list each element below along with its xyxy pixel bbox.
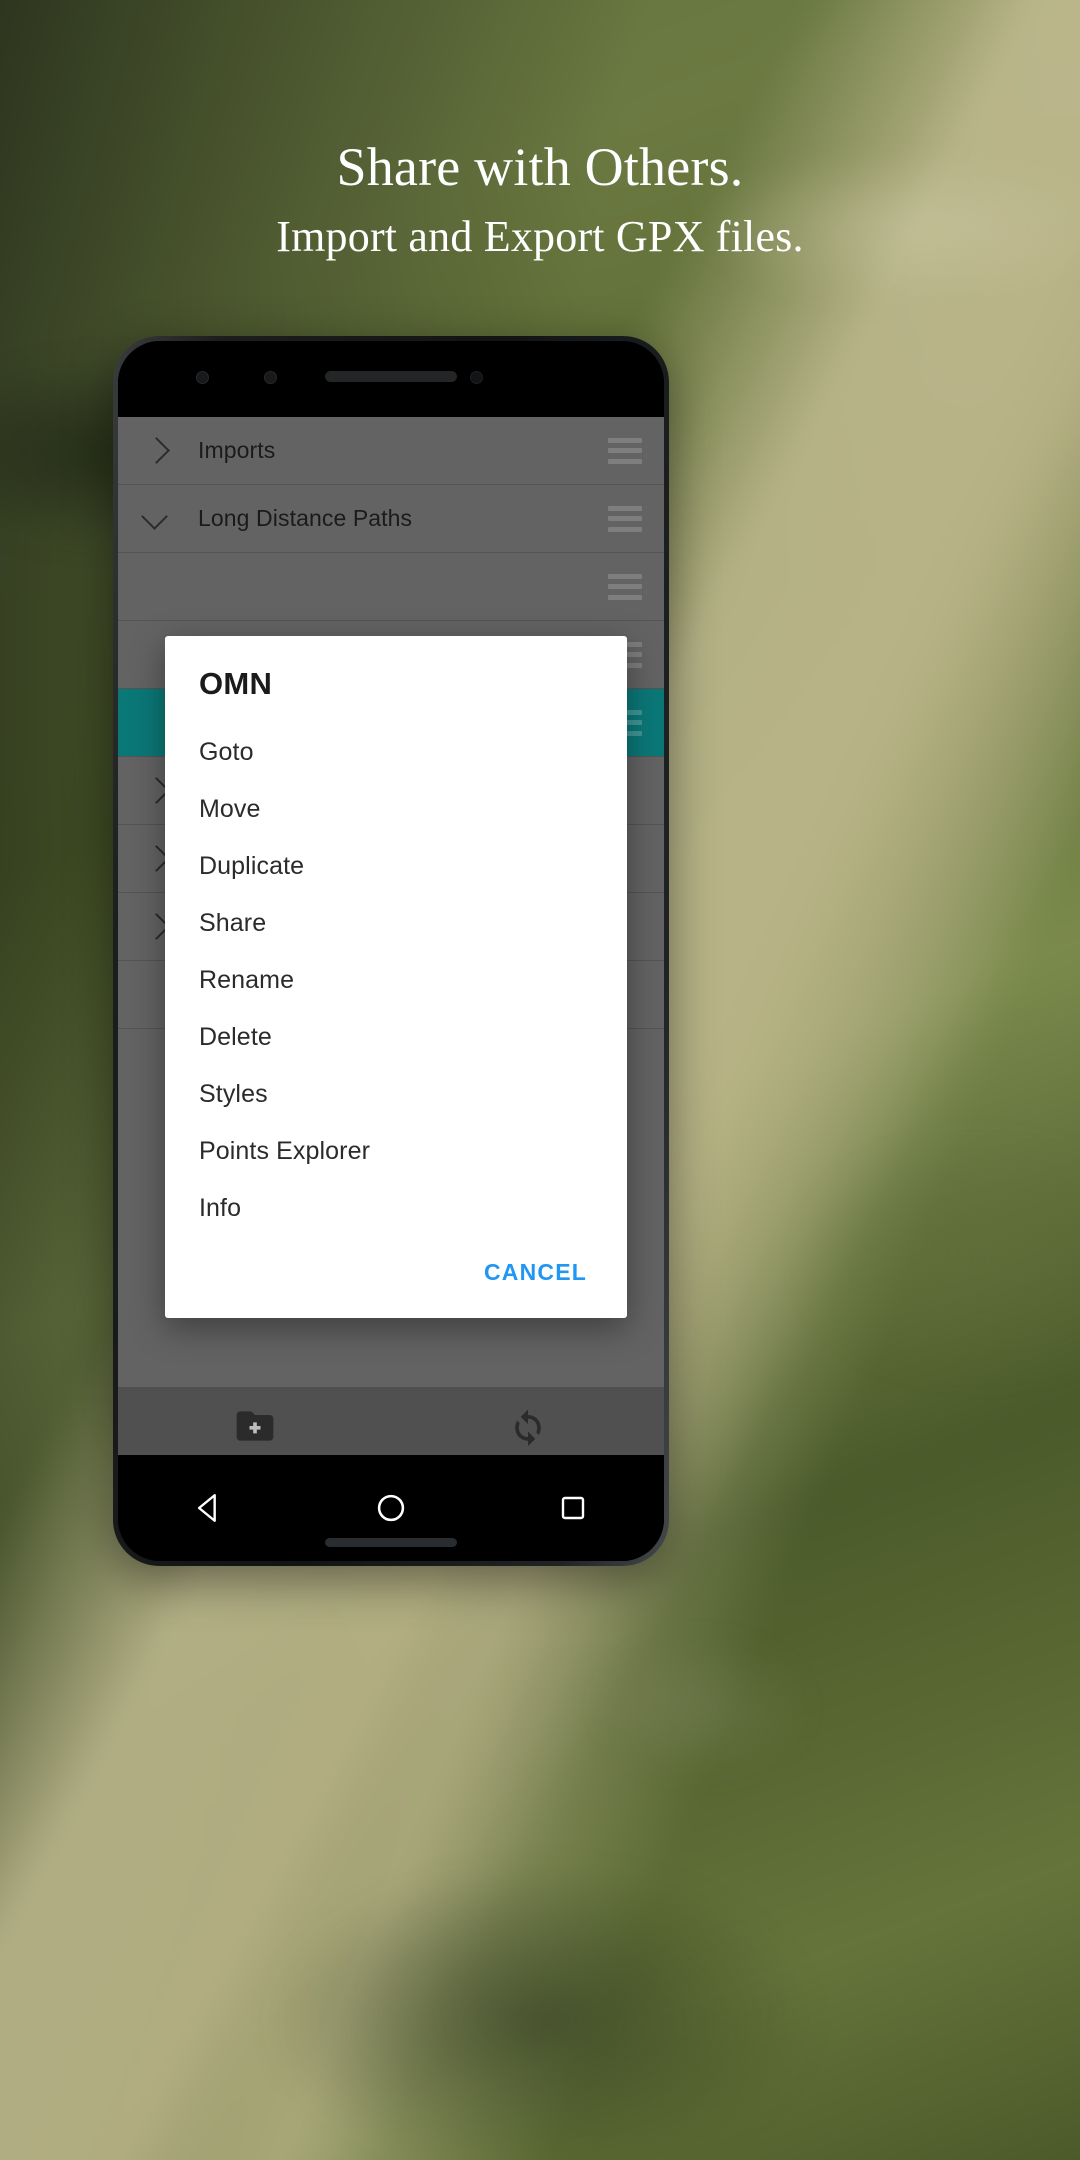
- menu-item-delete[interactable]: Delete: [165, 1009, 627, 1066]
- dialog-action-bar: CANCEL: [165, 1243, 627, 1318]
- menu-item-goto[interactable]: Goto: [165, 724, 627, 781]
- phone-mockup: Imports Long Distance Paths OMN Goto Mov…: [113, 336, 669, 1566]
- menu-item-info[interactable]: Info: [165, 1180, 627, 1237]
- earpiece-speaker: [325, 371, 457, 382]
- menu-item-duplicate[interactable]: Duplicate: [165, 838, 627, 895]
- context-menu-dialog: OMN Goto Move Duplicate Share Rename Del…: [165, 636, 627, 1318]
- secondary-sensor-icon: [470, 371, 483, 384]
- recents-button[interactable]: [548, 1483, 598, 1533]
- menu-item-points-explorer[interactable]: Points Explorer: [165, 1123, 627, 1180]
- home-button[interactable]: [366, 1483, 416, 1533]
- back-triangle-icon: [197, 1494, 216, 1522]
- phone-screen-frame: Imports Long Distance Paths OMN Goto Mov…: [118, 341, 664, 1561]
- home-circle-icon: [377, 1494, 405, 1522]
- menu-item-styles[interactable]: Styles: [165, 1066, 627, 1123]
- menu-item-rename[interactable]: Rename: [165, 952, 627, 1009]
- front-camera-icon: [196, 371, 209, 384]
- phone-bottom-speaker: [325, 1538, 457, 1547]
- promo-subhead: Import and Export GPX files.: [276, 212, 804, 262]
- dialog-title: OMN: [199, 666, 273, 701]
- promo-text-block: Share with Others. Import and Export GPX…: [0, 138, 1080, 262]
- cancel-button[interactable]: CANCEL: [472, 1251, 599, 1294]
- sensor-icon: [264, 371, 277, 384]
- back-button[interactable]: [184, 1483, 234, 1533]
- app-screen: Imports Long Distance Paths OMN Goto Mov…: [118, 417, 664, 1465]
- phone-top-hardware: [118, 341, 664, 417]
- menu-item-move[interactable]: Move: [165, 781, 627, 838]
- menu-item-share[interactable]: Share: [165, 895, 627, 952]
- recents-square-icon: [561, 1496, 585, 1520]
- promo-headline: Share with Others.: [336, 137, 744, 197]
- dialog-menu-list[interactable]: Goto Move Duplicate Share Rename Delete …: [165, 708, 627, 1243]
